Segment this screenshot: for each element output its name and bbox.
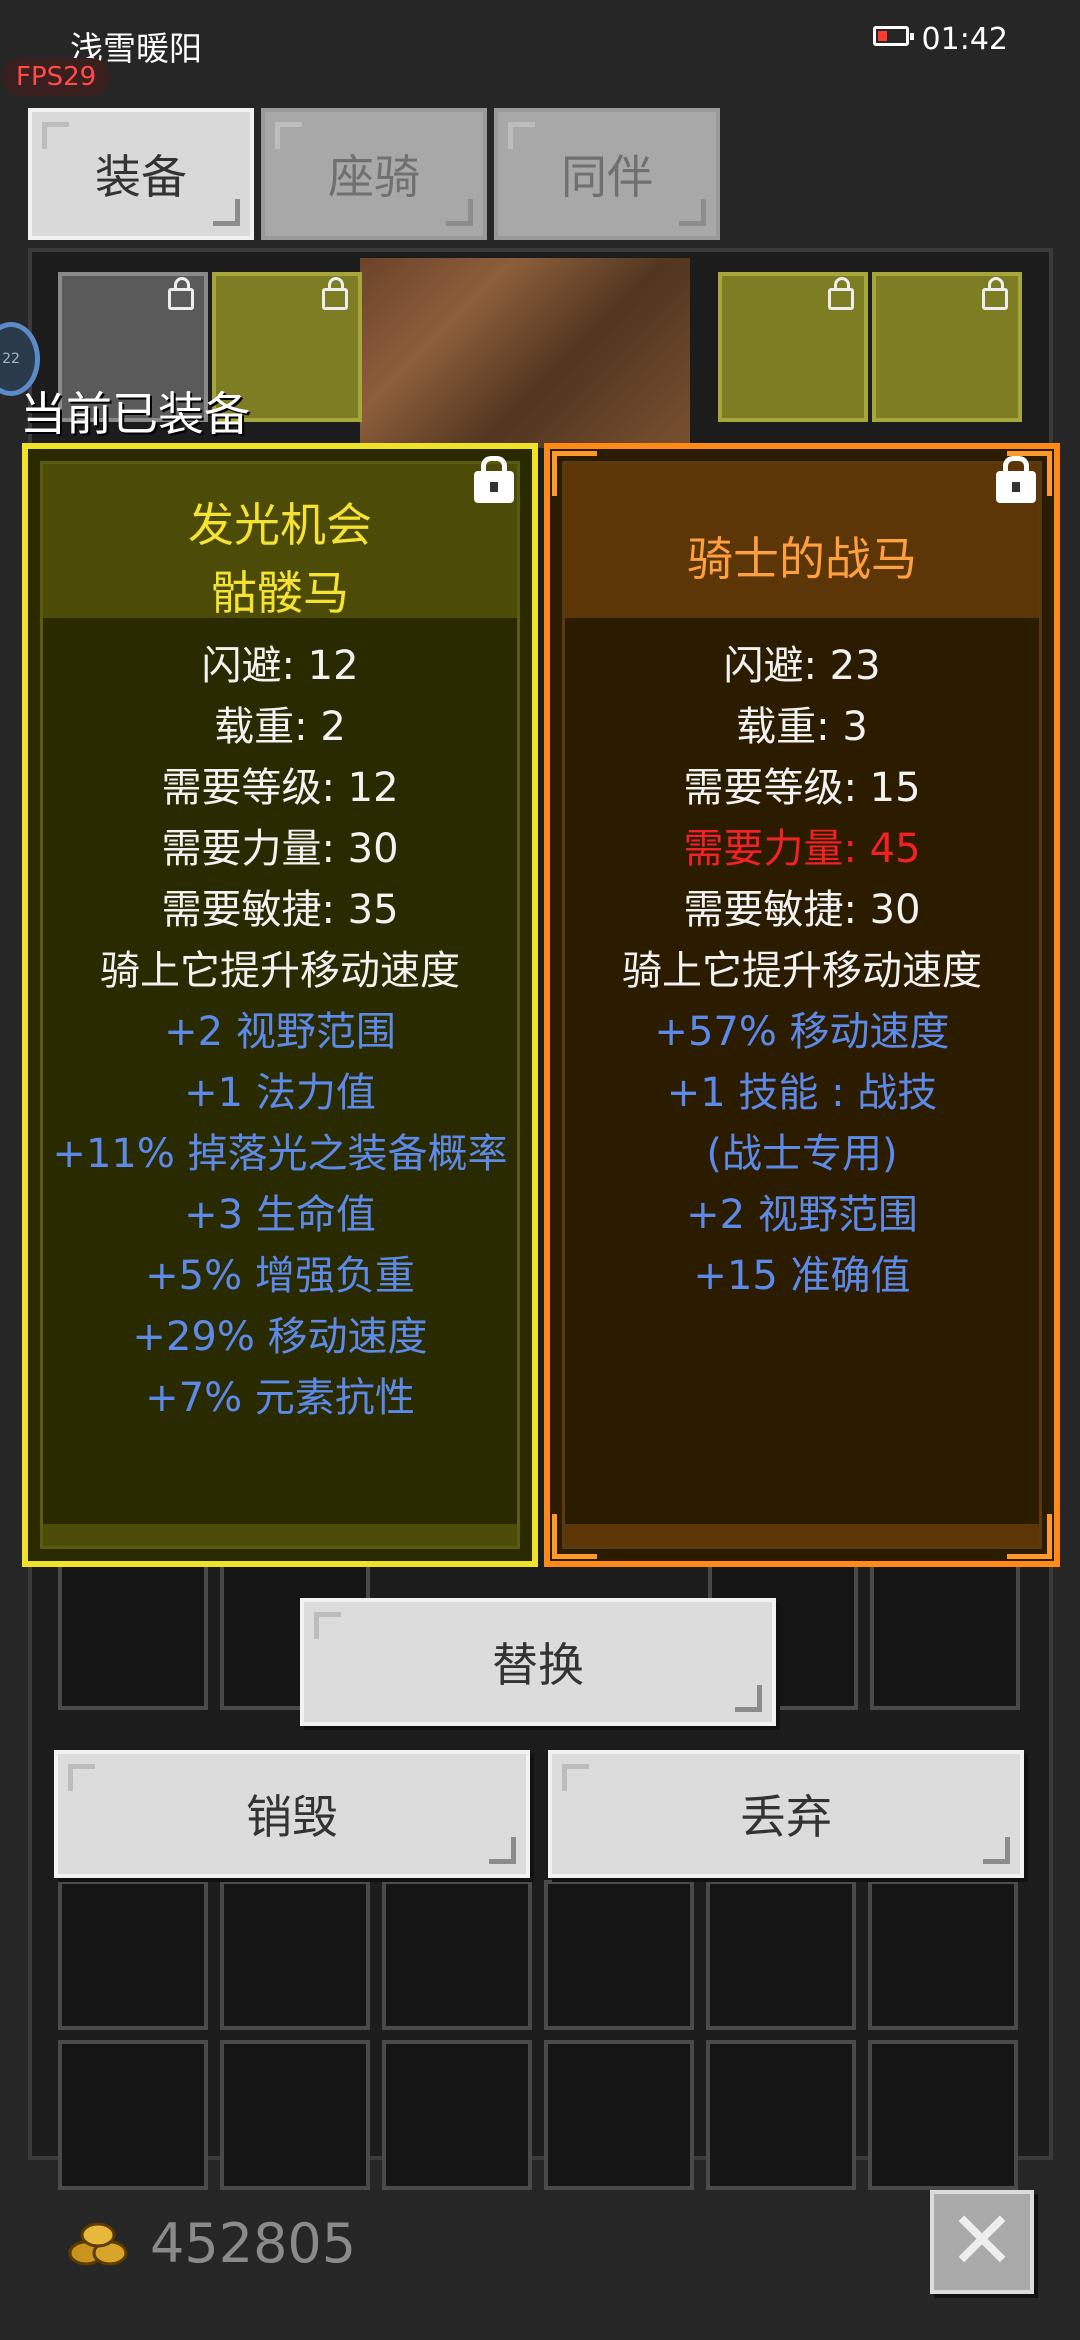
inventory-slot[interactable] [544,2040,694,2190]
stat-line: +7% 元素抗性 [145,1375,415,1421]
equipment-slot-armor[interactable] [872,272,1022,422]
stat-line: 需要敏捷: 35 [161,887,399,933]
stat-line: +1 法力值 [184,1070,376,1116]
status-time: 01:42 [921,22,1008,57]
inventory-slot[interactable] [382,1880,532,2030]
tab-companion[interactable]: 同伴 [494,108,720,240]
tab-mount[interactable]: 座骑 [261,108,487,240]
stat-line: 骑上它提升移动速度 [100,948,460,994]
stat-line: +2 视野范围 [686,1192,918,1238]
item-type: 骷髅马 [211,566,349,620]
inventory-slot[interactable] [870,1560,1020,1710]
lock-icon [982,277,1008,310]
lock-icon [322,277,348,310]
inventory-slot[interactable] [220,2040,370,2190]
corner-ornament [552,451,597,496]
equipped-item-card: 发光机会 骷髅马 闪避: 12 载重: 2 需要等级: 12 需要力量: 30 需要敏捷… [22,443,538,1567]
inventory-slot[interactable] [382,2040,532,2190]
stat-line: 需要等级: 12 [161,765,399,811]
tab-equipment-label: 装备 [95,150,187,204]
stat-line: +11% 掉落光之装备概率 [52,1131,508,1177]
stat-line: 需要力量: 45 [683,826,921,872]
close-icon: ✕ [948,2194,1016,2287]
tab-equipment[interactable]: 装备 [28,108,254,240]
stat-line: 载重: 2 [214,704,346,750]
stat-line: +29% 移动速度 [132,1314,428,1360]
close-button[interactable]: ✕ [930,2190,1034,2294]
stat-line: 闪避: 12 [201,643,359,689]
lock-icon [168,277,194,310]
inventory-slot[interactable] [706,1880,856,2030]
equipment-slot-offhand[interactable] [718,272,868,422]
stat-line: (战士专用) [706,1131,898,1177]
stat-line: +1 技能 : 战技 [666,1070,938,1116]
inventory-slot[interactable] [220,1880,370,2030]
corner-ornament [1007,1514,1052,1559]
stat-line: 需要敏捷: 30 [683,887,921,933]
lock-icon[interactable] [996,456,1036,503]
stat-line: +3 生命值 [184,1192,376,1238]
fps-counter: FPS29 [2,58,111,96]
stat-line: 需要等级: 15 [683,765,921,811]
inventory-slot[interactable] [706,2040,856,2190]
tab-companion-label: 同伴 [561,150,653,204]
inventory-slot[interactable] [544,1880,694,2030]
stat-line: 骑上它提升移动速度 [622,948,982,994]
item-name: 骑士的战马 [687,532,917,586]
item-name: 发光机会 [188,498,372,552]
stat-line: +2 视野范围 [164,1009,396,1055]
inventory-slot[interactable] [868,2040,1018,2190]
inventory-slot[interactable] [58,2040,208,2190]
stat-line: +5% 增强负重 [145,1253,415,1299]
discard-button-label: 丢弃 [740,1790,832,1844]
section-label: 当前已装备 [20,387,250,441]
inventory-slot[interactable] [58,1880,208,2030]
inventory-slot[interactable] [868,1880,1018,2030]
replace-button-label: 替换 [492,1638,584,1692]
inventory-slot[interactable] [58,1560,208,1710]
lock-icon [828,277,854,310]
destroy-button[interactable]: 销毁 [54,1750,530,1878]
stat-line: 闪避: 23 [723,643,881,689]
stat-line: +15 准确值 [693,1253,911,1299]
corner-ornament [552,1514,597,1559]
discard-button[interactable]: 丢弃 [548,1750,1024,1878]
gold-coins-icon [68,2222,128,2266]
replace-button[interactable]: 替换 [300,1598,776,1726]
battery-icon [873,26,914,46]
gold-amount: 452805 [150,2212,357,2275]
stat-line: +57% 移动速度 [654,1009,950,1055]
tab-mount-label: 座骑 [328,150,420,204]
stat-line: 需要力量: 30 [161,826,399,872]
destroy-button-label: 销毁 [246,1790,338,1844]
candidate-item-card: 骑士的战马 闪避: 23 载重: 3 需要等级: 15 需要力量: 45 需要敏捷: 3… [544,443,1060,1567]
equipment-background-art [360,258,690,448]
stat-line: 载重: 3 [736,704,868,750]
